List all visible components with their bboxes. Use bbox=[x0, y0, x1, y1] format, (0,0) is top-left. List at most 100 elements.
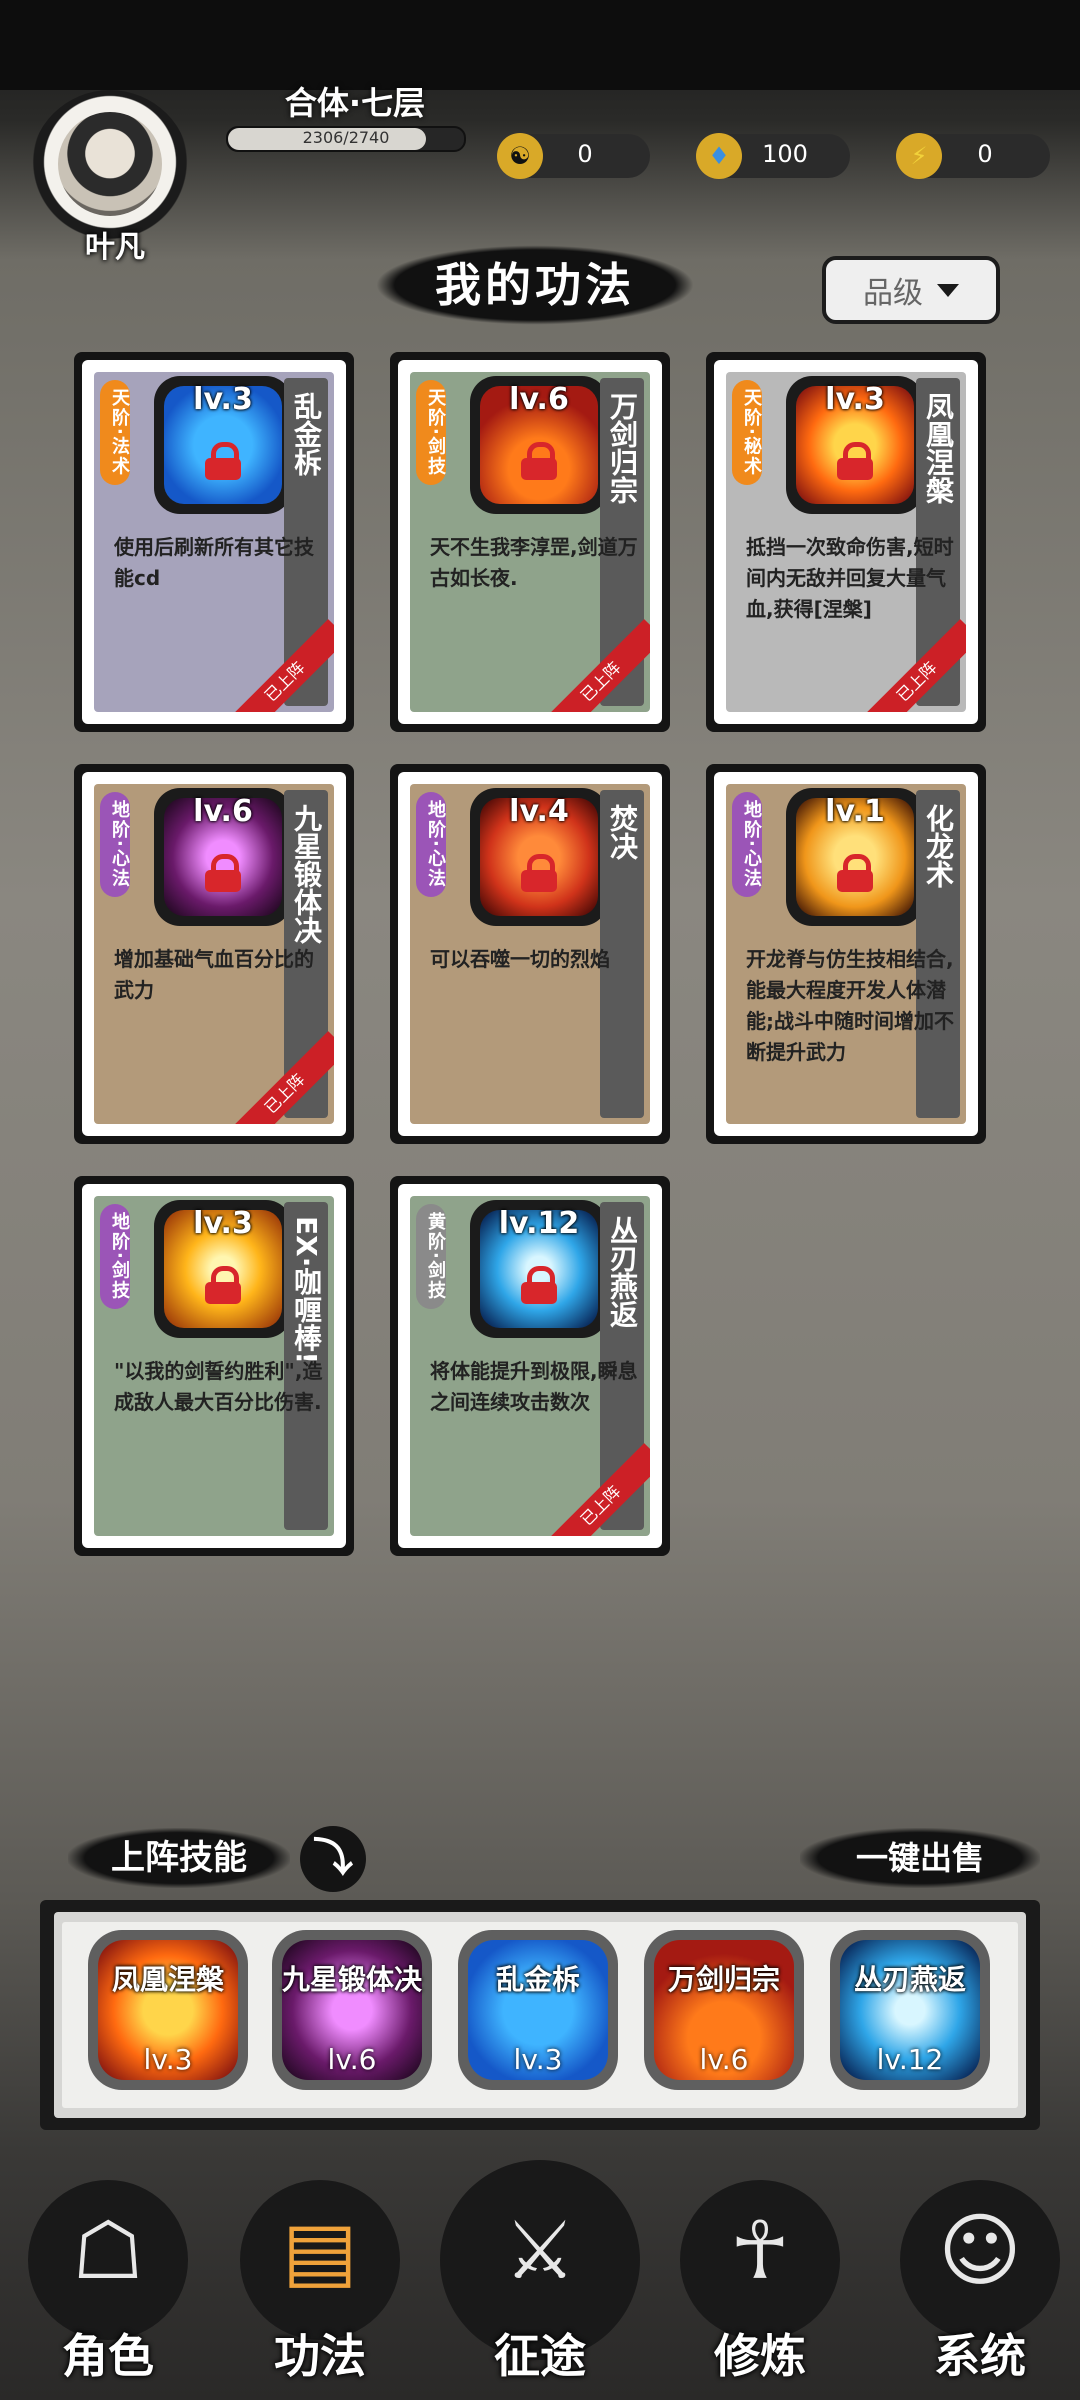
skill-card[interactable]: 地阶·剑技 lv.3 EX·咖喱棒! "以我的剑誓约胜利",造成敌人最大百分比伤… bbox=[74, 1176, 354, 1556]
skill-level: lv.4 bbox=[509, 794, 569, 829]
scroll-book-icon: ▤ bbox=[282, 2203, 358, 2297]
skill-icon: lv.3 bbox=[154, 376, 292, 514]
page-title: 我的功法 bbox=[435, 258, 635, 312]
skill-icon: lv.6 bbox=[470, 376, 608, 514]
deployed-skill-slot[interactable]: 凤凰涅槃 lv.3 bbox=[88, 1930, 248, 2090]
skill-grade-tag: 地阶·剑技 bbox=[100, 1204, 130, 1309]
skill-description: 可以吞噬一切的烈焰 bbox=[430, 947, 610, 971]
skill-description: 抵挡一次致命伤害,短时间内无敌并回复大量气血,获得[涅槃] bbox=[746, 535, 954, 621]
skill-level: lv.1 bbox=[825, 794, 885, 829]
skill-card-body: 地阶·心法 lv.4 焚决 可以吞噬一切的烈焰 bbox=[410, 784, 650, 1124]
deployed-skill-name: 丛刃燕返 bbox=[853, 1963, 966, 1996]
skill-card-body: 天阶·剑技 lv.6 万剑归宗 天不生我李淳罡,剑道万古如长夜. 已上阵 bbox=[410, 372, 650, 712]
skill-grade-tag: 地阶·心法 bbox=[100, 792, 130, 897]
skill-grade-tag: 地阶·心法 bbox=[416, 792, 446, 897]
deployed-skills-title: 上阵技能 bbox=[111, 1838, 247, 1878]
cultivation-realm: 合体·七层 bbox=[284, 84, 426, 122]
skill-card-body: 地阶·心法 lv.1 化龙术 开龙脊与仿生技相结合,能最大程度开发人体潜能;战斗… bbox=[726, 784, 966, 1124]
lock-icon bbox=[519, 854, 559, 892]
skill-card-frame: 天阶·法术 lv.3 乱金柝 使用后刷新所有其它技能cd 已上阵 bbox=[82, 360, 346, 724]
status-bar-area bbox=[0, 0, 1080, 90]
deployed-skill-name: 凤凰涅槃 bbox=[111, 1963, 224, 1996]
nav-label: 系统 bbox=[934, 2329, 1026, 2383]
skill-card[interactable]: 天阶·剑技 lv.6 万剑归宗 天不生我李淳罡,剑道万古如长夜. 已上阵 bbox=[390, 352, 670, 732]
deployed-skill-level: lv.6 bbox=[327, 2043, 377, 2076]
skill-card-frame: 黄阶·剑技 lv.12 丛刃燕返 将体能提升到极限,瞬息之间连续攻击数次 已上阵 bbox=[398, 1184, 662, 1548]
skill-name: 乱金柝 bbox=[290, 392, 323, 476]
skill-card[interactable]: 地阶·心法 lv.6 九星锻体决 增加基础气血百分比的武力 已上阵 bbox=[74, 764, 354, 1144]
hooded-character-icon: ☖ bbox=[72, 2203, 144, 2297]
skill-level: lv.3 bbox=[193, 1206, 253, 1241]
chibi-girl-icon: ☺ bbox=[938, 2203, 1022, 2297]
skill-card-frame: 地阶·心法 lv.6 九星锻体决 增加基础气血百分比的武力 已上阵 bbox=[82, 772, 346, 1136]
skill-card-body: 地阶·心法 lv.6 九星锻体决 增加基础气血百分比的武力 已上阵 bbox=[94, 784, 334, 1124]
skill-card-body: 地阶·剑技 lv.3 EX·咖喱棒! "以我的剑誓约胜利",造成敌人最大百分比伤… bbox=[94, 1196, 334, 1536]
sort-grade-button[interactable]: 品级 bbox=[822, 256, 1000, 324]
skill-name: 万剑归宗 bbox=[606, 392, 639, 504]
sort-label: 品级 bbox=[863, 276, 923, 311]
skill-icon: lv.3 bbox=[786, 376, 924, 514]
skill-name: 凤凰涅槃 bbox=[922, 392, 955, 504]
lock-icon bbox=[203, 442, 243, 480]
player-name: 叶凡 bbox=[85, 230, 145, 265]
skill-grade-tag: 天阶·法术 bbox=[100, 380, 130, 485]
skill-level: lv.3 bbox=[825, 382, 885, 417]
nav-tab-3[interactable]: ⚔ 征途 bbox=[440, 2150, 640, 2400]
deployed-skill-slot[interactable]: 万剑归宗 lv.6 bbox=[644, 1930, 804, 2090]
meditating-figure-icon: ☥ bbox=[730, 2203, 790, 2297]
skill-name: 九星锻体决 bbox=[290, 804, 323, 944]
lock-icon bbox=[519, 1266, 559, 1304]
skill-name: 化龙术 bbox=[922, 804, 955, 888]
skill-card[interactable]: 黄阶·剑技 lv.12 丛刃燕返 将体能提升到极限,瞬息之间连续攻击数次 已上阵 bbox=[390, 1176, 670, 1556]
nav-label: 修炼 bbox=[714, 2329, 806, 2383]
skill-card-frame: 地阶·剑技 lv.3 EX·咖喱棒! "以我的剑誓约胜利",造成敌人最大百分比伤… bbox=[82, 1184, 346, 1548]
sell-all-button[interactable]: 一键出售 bbox=[800, 1832, 1040, 1884]
avatar[interactable] bbox=[58, 112, 162, 216]
lock-icon bbox=[203, 1266, 243, 1304]
nav-tab-1[interactable]: ☖ 角色 bbox=[8, 2150, 208, 2400]
skill-level: lv.12 bbox=[498, 1206, 580, 1241]
skill-card-body: 黄阶·剑技 lv.12 丛刃燕返 将体能提升到极限,瞬息之间连续攻击数次 已上阵 bbox=[410, 1196, 650, 1536]
resource-yin-yang-value: 0 bbox=[577, 140, 593, 168]
exp-text: 2306/2740 bbox=[302, 128, 390, 147]
skill-card[interactable]: 天阶·秘术 lv.3 凤凰涅槃 抵挡一次致命伤害,短时间内无敌并回复大量气血,获… bbox=[706, 352, 986, 732]
skill-card[interactable]: 天阶·法术 lv.3 乱金柝 使用后刷新所有其它技能cd 已上阵 bbox=[74, 352, 354, 732]
skill-description: 使用后刷新所有其它技能cd bbox=[114, 535, 314, 590]
nav-tab-4[interactable]: ☥ 修炼 bbox=[660, 2150, 860, 2400]
nav-label: 角色 bbox=[62, 2329, 154, 2383]
skill-icon: lv.4 bbox=[470, 788, 608, 926]
skill-level: lv.3 bbox=[193, 382, 253, 417]
deployed-skill-level: lv.12 bbox=[876, 2043, 944, 2076]
skill-icon: lv.6 bbox=[154, 788, 292, 926]
chevron-down-icon bbox=[937, 283, 959, 297]
skill-card[interactable]: 地阶·心法 lv.4 焚决 可以吞噬一切的烈焰 bbox=[390, 764, 670, 1144]
deployed-skill-level: lv.3 bbox=[513, 2043, 563, 2076]
deployed-skill-level: lv.6 bbox=[699, 2043, 749, 2076]
deployed-skill-slot[interactable]: 九星锻体决 lv.6 bbox=[272, 1930, 432, 2090]
skill-description: "以我的剑誓约胜利",造成敌人最大百分比伤害. bbox=[114, 1359, 323, 1414]
skill-name: 焚决 bbox=[606, 804, 639, 860]
skill-name: 丛刃燕返 bbox=[606, 1216, 639, 1328]
arrow-down-icon[interactable]: ⤵ bbox=[300, 1826, 366, 1892]
deployed-skill-slot[interactable]: 丛刃燕返 lv.12 bbox=[830, 1930, 990, 2090]
deployed-skill-level: lv.3 bbox=[143, 2043, 193, 2076]
skill-icon: lv.12 bbox=[470, 1200, 608, 1338]
nav-tab-5[interactable]: ☺ 系统 bbox=[880, 2150, 1080, 2400]
resource-energy-value: 0 bbox=[977, 140, 993, 168]
nav-label: 功法 bbox=[274, 2329, 366, 2383]
skill-card-frame: 地阶·心法 lv.4 焚决 可以吞噬一切的烈焰 bbox=[398, 772, 662, 1136]
skill-card[interactable]: 地阶·心法 lv.1 化龙术 开龙脊与仿生技相结合,能最大程度开发人体潜能;战斗… bbox=[706, 764, 986, 1144]
deployed-skill-name: 万剑归宗 bbox=[667, 1963, 780, 1996]
skill-icon: lv.1 bbox=[786, 788, 924, 926]
deployed-skill-slot[interactable]: 乱金柝 lv.3 bbox=[458, 1930, 618, 2090]
lock-icon bbox=[519, 442, 559, 480]
skill-grade-tag: 天阶·剑技 bbox=[416, 380, 446, 485]
skill-card-frame: 天阶·剑技 lv.6 万剑归宗 天不生我李淳罡,剑道万古如长夜. 已上阵 bbox=[398, 360, 662, 724]
skill-description: 开龙脊与仿生技相结合,能最大程度开发人体潜能;战斗中随时间增加不断提升武力 bbox=[746, 947, 954, 1064]
skill-grade-tag: 天阶·秘术 bbox=[732, 380, 762, 485]
nav-tab-2[interactable]: ▤ 功法 bbox=[220, 2150, 420, 2400]
deployed-skill-name: 乱金柝 bbox=[495, 1963, 580, 1996]
deployed-skill-name: 九星锻体决 bbox=[281, 1963, 422, 1996]
skill-level: lv.6 bbox=[193, 794, 253, 829]
skill-icon: lv.3 bbox=[154, 1200, 292, 1338]
